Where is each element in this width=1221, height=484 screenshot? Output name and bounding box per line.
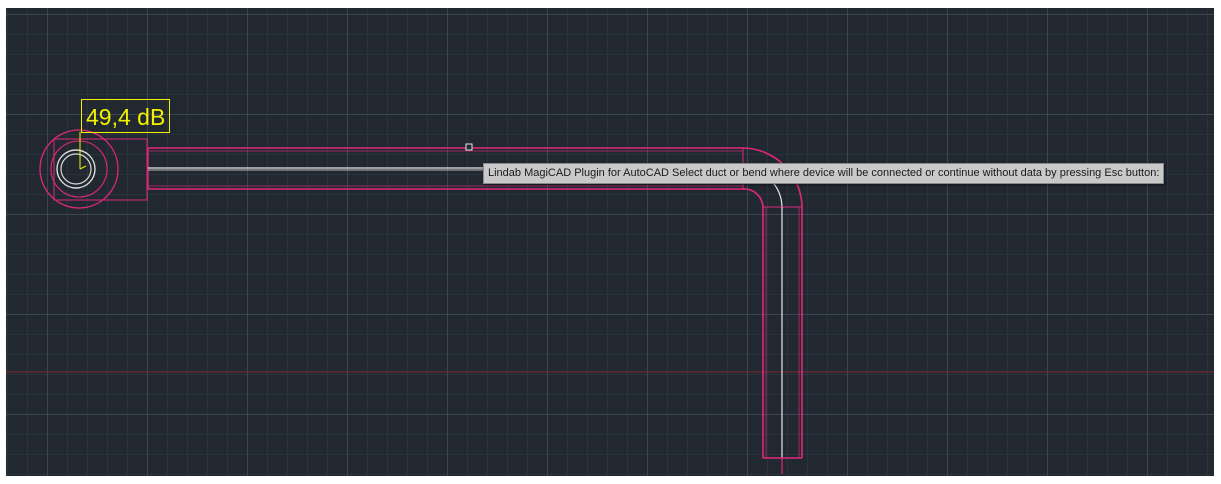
device-middle-ring [50, 140, 108, 198]
bend-inner-arc [742, 188, 764, 208]
device-connection-box [53, 138, 148, 201]
air-terminal-device[interactable] [39, 129, 148, 209]
drawing-viewport[interactable]: 49,4 dB Lindab MagiCAD Plugin for AutoCA… [6, 8, 1214, 476]
label-leader-tick [79, 165, 87, 170]
device-core-ring [60, 153, 92, 185]
vertical-duct[interactable] [762, 207, 803, 474]
sound-level-label[interactable]: 49,4 dB [81, 99, 171, 133]
command-tooltip: Lindab MagiCAD Plugin for AutoCAD Select… [483, 163, 1165, 184]
grip-point[interactable] [465, 143, 473, 151]
device-inner-ring [56, 149, 96, 189]
duct-drawing[interactable] [6, 8, 1214, 476]
device-outer-ring [39, 129, 119, 209]
